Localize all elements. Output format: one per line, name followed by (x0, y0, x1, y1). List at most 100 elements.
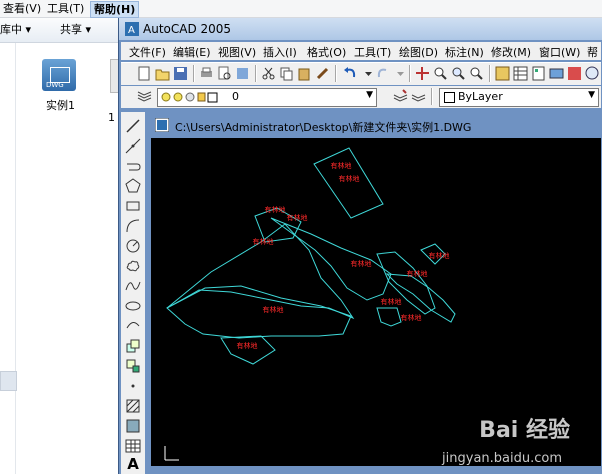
area-label: 有林地 (381, 297, 402, 306)
construction-line-icon[interactable] (125, 138, 141, 154)
preview-icon[interactable] (217, 66, 232, 81)
color-dropdown[interactable]: ByLayer ▼ (439, 88, 599, 107)
revcloud-icon[interactable] (125, 258, 141, 274)
zoom-window-icon[interactable] (451, 66, 466, 81)
make-block-icon[interactable] (125, 358, 141, 374)
matchprop-icon[interactable] (315, 66, 330, 81)
markup-icon[interactable] (567, 66, 582, 81)
properties-icon[interactable] (495, 66, 510, 81)
dwg-file-label[interactable]: 实例1 (46, 97, 75, 113)
layer-state-icons (161, 92, 218, 103)
autocad-title: AutoCAD 2005 (143, 22, 232, 36)
area-label: 有林地 (331, 161, 352, 170)
menu-view[interactable]: 查看(V) (0, 1, 44, 16)
area-label: 有林地 (265, 205, 286, 214)
area-label: 有林地 (263, 305, 284, 314)
baidu-jingyan-logo: Bai 经验 (479, 418, 570, 443)
menu-tools[interactable]: 工具(T) (44, 1, 87, 16)
paste-icon[interactable] (297, 66, 312, 81)
publish-icon[interactable] (235, 66, 250, 81)
library-dropdown[interactable]: 库中 ▾ (0, 22, 31, 38)
polygon-bottom (220, 335, 276, 365)
explorer-left-nav (0, 43, 17, 474)
layer-previous-icon[interactable] (411, 89, 426, 104)
explorer-file-pane: DWG 实例1 1 (0, 43, 120, 474)
redo-dropdown-icon (397, 72, 404, 76)
area-label: 有林地 (429, 251, 450, 260)
layer-manager-icon[interactable] (137, 89, 152, 104)
undo-icon[interactable] (343, 66, 358, 81)
menu-help[interactable]: 帮 (587, 44, 598, 60)
open-icon[interactable] (155, 66, 170, 81)
new-icon[interactable] (137, 66, 152, 81)
insert-block-icon[interactable] (125, 338, 141, 354)
multiline-text-icon[interactable]: A (125, 456, 141, 472)
undo-dropdown-icon[interactable] (361, 66, 376, 81)
zoom-realtime-icon[interactable] (433, 66, 448, 81)
menu-view[interactable]: 视图(V) (218, 44, 256, 60)
toolpalettes-icon[interactable] (531, 66, 546, 81)
menu-help[interactable]: 帮助(H) (90, 1, 140, 18)
zoom-previous-icon[interactable] (469, 66, 484, 81)
color-swatch-icon (444, 92, 455, 103)
autocad-titlebar: A AutoCAD 2005 (119, 18, 602, 40)
color-value: ByLayer (458, 90, 503, 103)
help-icon[interactable] (585, 66, 600, 81)
share-dropdown[interactable]: 共享 ▾ (60, 22, 91, 38)
layer-dropdown[interactable]: 0 ▼ (157, 88, 377, 107)
dwg-document-icon (155, 118, 169, 132)
layer-dropdown-arrow-icon[interactable]: ▼ (366, 90, 373, 100)
color-dropdown-arrow-icon[interactable]: ▼ (588, 90, 595, 100)
polygon-icon[interactable] (125, 178, 141, 194)
layer-value: 0 (232, 90, 239, 103)
area-label: 有林地 (351, 259, 372, 268)
make-current-layer-icon[interactable] (393, 89, 408, 104)
menu-tools[interactable]: 工具(T) (354, 44, 391, 60)
ellipse-arc-icon[interactable] (125, 318, 141, 334)
menu-insert[interactable]: 插入(I) (263, 44, 297, 60)
area-label: 有林地 (339, 174, 360, 183)
layers-toolbar: 0 ▼ ByLayer ▼ (121, 86, 601, 108)
standard-toolbar (121, 62, 601, 85)
menu-window[interactable]: 窗口(W) (539, 44, 580, 60)
area-label: 有林地 (287, 213, 308, 222)
table-icon[interactable] (125, 438, 141, 454)
menu-edit[interactable]: 编辑(E) (173, 44, 211, 60)
dwg-file-icon[interactable]: DWG (42, 59, 76, 91)
menu-modify[interactable]: 修改(M) (491, 44, 531, 60)
print-icon[interactable] (199, 66, 214, 81)
drawing-titlebar: C:\Users\Administrator\Desktop\新建文件夹\实例1… (149, 114, 602, 136)
point-icon[interactable] (125, 378, 141, 394)
menu-dimension[interactable]: 标注(N) (445, 44, 484, 60)
copy-icon[interactable] (279, 66, 294, 81)
polygon-band (270, 217, 392, 301)
svg-text:A: A (128, 25, 135, 36)
designcenter-icon[interactable] (513, 66, 528, 81)
menu-file[interactable]: 文件(F) (129, 44, 166, 60)
polyline-icon[interactable] (125, 158, 141, 174)
line-icon[interactable] (125, 118, 141, 134)
spline-icon[interactable] (125, 278, 141, 294)
explorer-toolbar: 库中 ▾ 共享 ▾ (0, 18, 118, 43)
rectangle-icon[interactable] (125, 198, 141, 214)
file-count-fragment: 1 (108, 111, 115, 124)
circle-icon[interactable] (125, 238, 141, 254)
ucs-icon (164, 446, 179, 461)
left-nav-scroll-handle[interactable] (0, 371, 17, 391)
save-icon[interactable] (173, 66, 188, 81)
hatch-icon[interactable] (125, 398, 141, 414)
sheetset-icon[interactable] (549, 66, 564, 81)
ellipse-icon[interactable] (125, 298, 141, 314)
baidu-jingyan-url: jingyan.baidu.com (442, 451, 562, 466)
cut-icon[interactable] (261, 66, 276, 81)
menu-format[interactable]: 格式(O) (307, 44, 346, 60)
gradient-icon[interactable] (125, 418, 141, 434)
menu-draw[interactable]: 绘图(D) (399, 44, 438, 60)
area-label: 有林地 (237, 341, 258, 350)
autocad-menubar: 文件(F) 编辑(E) 视图(V) 插入(I) 格式(O) 工具(T) 绘图(D… (121, 42, 601, 60)
pan-icon[interactable] (415, 66, 430, 81)
autocad-app-icon: A (125, 22, 139, 36)
area-label: 有林地 (253, 237, 274, 246)
arc-icon[interactable] (125, 218, 141, 234)
polygon-top-diamond (313, 147, 384, 219)
